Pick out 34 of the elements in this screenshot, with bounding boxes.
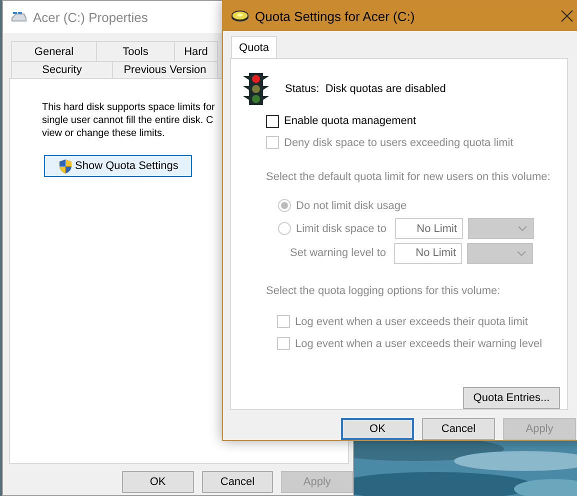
description-line: single user cannot fill the entire disk. C: [42, 114, 214, 127]
dialog-button[interactable]: OK: [341, 418, 414, 440]
window-title: Quota Settings for Acer (C:): [255, 8, 415, 24]
tab[interactable]: General: [11, 41, 97, 61]
radio-label: Limit disk space to: [296, 222, 388, 235]
disk-icon: [231, 10, 249, 22]
field-label: Set warning level to: [290, 247, 387, 260]
dialog-button[interactable]: Cancel: [202, 471, 274, 493]
tab[interactable]: Quota: [231, 36, 277, 58]
chevron-icon: [518, 226, 527, 232]
quota-entries-button[interactable]: Quota Entries...: [463, 387, 560, 409]
radio-label: Do not limit disk usage: [296, 200, 408, 212]
dialog-button[interactable]: Cancel: [422, 418, 495, 440]
checkbox[interactable]: [266, 114, 279, 128]
checkbox-label: Enable quota management: [284, 115, 416, 128]
show-quota-settings-button[interactable]: Show Quota Settings: [44, 155, 192, 177]
close-icon[interactable]: [561, 10, 573, 22]
checkbox-label: Deny disk space to users exceeding quota limit: [284, 136, 514, 149]
chevron-icon: [517, 250, 526, 256]
dialog-button[interactable]: OK: [122, 471, 194, 493]
checkbox-label: Log event when a user exceeds their quota limit: [295, 316, 528, 328]
description-line: This hard disk supports space limits for: [42, 101, 215, 114]
traffic-light-icon: [243, 72, 269, 105]
status-text: Status: Disk quotas are disabled: [285, 82, 446, 95]
drive-icon: [11, 11, 27, 23]
checkbox-label: Log event when a user exceeds their warning level: [295, 338, 542, 350]
tab[interactable]: Security: [11, 61, 113, 78]
shield-icon: [59, 158, 72, 174]
window-title: Acer (C:) Properties: [33, 10, 148, 24]
tab[interactable]: Previous Version: [112, 61, 218, 78]
section-heading: Select the default quota limit for new users on this volume:: [266, 170, 550, 183]
tab[interactable]: Hard: [174, 41, 218, 61]
description-line: view or change these limits.: [42, 127, 165, 140]
section-heading: Select the quota logging options for this volume:: [266, 285, 500, 298]
